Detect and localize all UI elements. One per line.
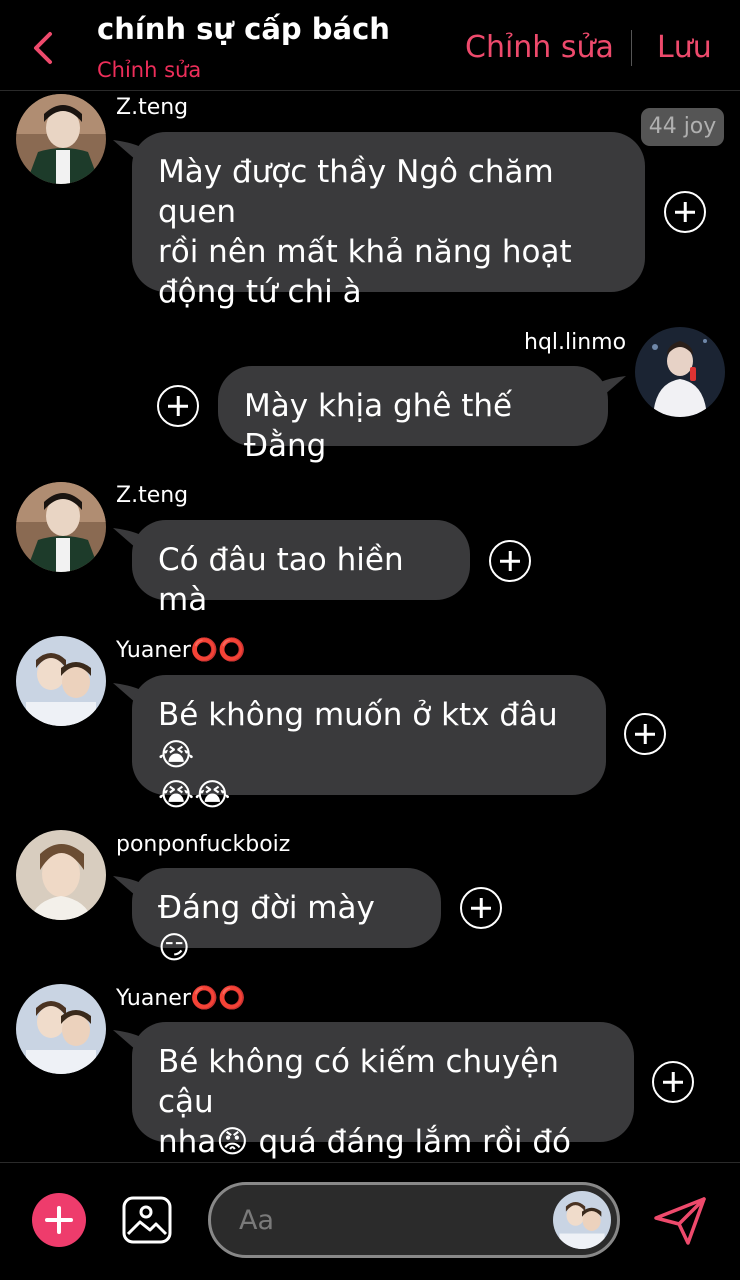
- message-line: Bé không muốn ở ktx đâu😭: [158, 697, 558, 773]
- edit-button[interactable]: Chỉnh sửa: [465, 30, 614, 65]
- add-reaction-button[interactable]: [460, 887, 502, 929]
- sender-name: hql.linmo: [524, 330, 627, 355]
- avatar-image: [16, 984, 106, 1074]
- avatar-image: [16, 94, 106, 184]
- plus-circle-icon[interactable]: [32, 1193, 86, 1247]
- message-line: rồi nên mất khả năng hoạt: [158, 234, 572, 270]
- message-bubble[interactable]: Đáng đời mày 😏: [132, 868, 441, 966]
- avatar-yuaner[interactable]: [16, 636, 106, 726]
- message-bubble[interactable]: Có đâu tao hiền mà: [132, 520, 470, 618]
- avatar-image: [635, 327, 725, 417]
- avatar-hqllinmo[interactable]: [635, 327, 725, 417]
- message-line: Mày khịa ghê thế Đằng: [244, 388, 513, 464]
- avatar-zteng[interactable]: [16, 482, 106, 572]
- avatar-image: [16, 830, 106, 920]
- message-line: 😭😭: [158, 777, 231, 813]
- avatar-image: [16, 482, 106, 572]
- message-line: Bé không có kiếm chuyện cậu: [158, 1044, 559, 1120]
- avatar-image: [16, 636, 106, 726]
- message-input[interactable]: Aa: [208, 1182, 620, 1258]
- message-bubble[interactable]: Mày được thầy Ngô chăm quen rồi nên mất …: [132, 132, 645, 310]
- message-bubble[interactable]: Bé không muốn ở ktx đâu😭 😭😭: [132, 675, 606, 813]
- message-line: Có đâu tao hiền mà: [158, 542, 404, 618]
- sender-name: Yuaner⭕⭕: [116, 638, 246, 663]
- sender-name: Z.teng: [116, 483, 189, 508]
- back-chevron-icon[interactable]: [30, 30, 58, 66]
- message-line: Đáng đời mày 😏: [158, 890, 375, 966]
- add-reaction-button[interactable]: [624, 713, 666, 755]
- add-reaction-button[interactable]: [489, 540, 531, 582]
- sender-name: Z.teng: [116, 95, 189, 120]
- message-line: Mày được thầy Ngô chăm quen: [158, 154, 554, 230]
- header-divider: [631, 30, 632, 66]
- add-reaction-button[interactable]: [157, 385, 199, 427]
- add-reaction-button[interactable]: [652, 1061, 694, 1103]
- avatar-yuaner[interactable]: [16, 984, 106, 1074]
- send-icon[interactable]: [652, 1196, 708, 1246]
- joy-badge: 44 joy: [641, 108, 724, 146]
- chat-title: chính sự cấp bách: [97, 12, 390, 46]
- chat-header: chính sự cấp bách Chỉnh sửa Chỉnh sửa Lư…: [0, 0, 740, 91]
- avatar-image: [553, 1191, 611, 1249]
- message-bubble[interactable]: Mày khịa ghê thế Đằng: [218, 366, 608, 464]
- message-line: động tứ chi à: [158, 274, 362, 310]
- add-reaction-button[interactable]: [664, 191, 706, 233]
- input-avatar[interactable]: [553, 1191, 611, 1249]
- avatar-ponponfuckboiz[interactable]: [16, 830, 106, 920]
- message-bubble[interactable]: Bé không có kiếm chuyện cậu nha😡 quá đán…: [132, 1022, 634, 1160]
- message-line: nha😡 quá đáng lắm rồi đó: [158, 1124, 571, 1160]
- chat-subtitle[interactable]: Chỉnh sửa: [97, 58, 201, 82]
- sender-name: Yuaner⭕⭕: [116, 986, 246, 1011]
- image-icon[interactable]: [122, 1196, 172, 1244]
- input-placeholder: Aa: [239, 1205, 275, 1236]
- save-button[interactable]: Lưu: [657, 30, 712, 65]
- sender-name: ponponfuckboiz: [116, 832, 291, 857]
- avatar-zteng[interactable]: [16, 94, 106, 184]
